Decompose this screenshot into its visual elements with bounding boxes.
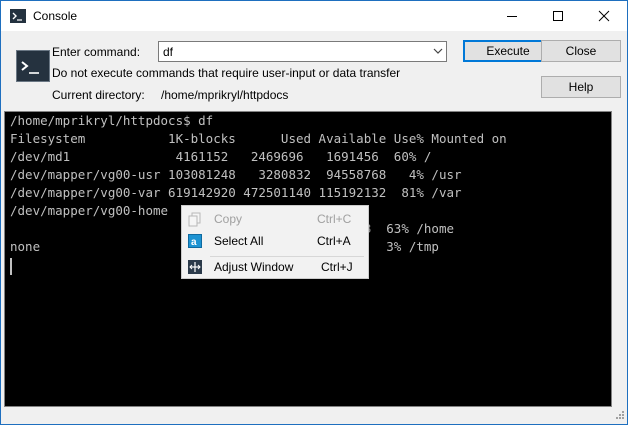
- console-line: /dev/mapper/vg00-usr 103081248 3280832 9…: [10, 167, 462, 182]
- minimize-button[interactable]: [489, 1, 535, 31]
- command-combobox[interactable]: df: [158, 41, 447, 62]
- help-button[interactable]: Help: [541, 76, 621, 98]
- execute-button[interactable]: Execute: [463, 40, 553, 62]
- window-title: Console: [33, 9, 78, 23]
- menu-item-label: Select All: [214, 234, 264, 248]
- close-button[interactable]: Close: [541, 40, 621, 62]
- copy-icon: [188, 212, 201, 227]
- warning-text: Do not execute commands that require use…: [52, 66, 401, 80]
- console-line: /home/mprikryl/httpdocs$ df: [10, 113, 214, 128]
- terminal-app-icon: [10, 9, 26, 23]
- adjust-window-icon: [188, 260, 202, 274]
- title-bar[interactable]: Console: [1, 1, 627, 31]
- menu-item-shortcut: Ctrl+A: [317, 234, 351, 248]
- vertical-scrollbar[interactable]: [612, 111, 627, 407]
- console-line: /dev/mapper/vg00-home: [10, 203, 169, 218]
- command-panel: Enter command: df Do not execute command…: [1, 31, 627, 109]
- enter-command-label: Enter command:: [52, 45, 141, 59]
- menu-item-shortcut: Ctrl+J: [321, 260, 353, 274]
- menu-item-select-all[interactable]: a Select All Ctrl+A: [183, 230, 367, 252]
- terminal-icon: [16, 50, 50, 82]
- svg-text:a: a: [191, 237, 197, 248]
- minimize-icon: [507, 16, 517, 17]
- text-cursor: [10, 258, 12, 275]
- chevron-down-icon[interactable]: [433, 47, 443, 55]
- menu-item-label: Adjust Window: [214, 260, 294, 274]
- resize-grip-icon[interactable]: [613, 410, 625, 422]
- menu-item-label: Copy: [214, 212, 243, 226]
- status-strip: [1, 407, 627, 424]
- maximize-icon: [553, 11, 563, 21]
- context-menu: Copy Ctrl+C a Select All Ctrl+A Adjust W…: [181, 205, 369, 279]
- close-window-button[interactable]: [581, 1, 627, 31]
- console-line: Filesystem 1K-blocks Used Available Use%…: [10, 131, 507, 146]
- current-directory-value: /home/mprikryl/httpdocs: [161, 88, 289, 102]
- menu-item-adjust-window[interactable]: Adjust Window Ctrl+J: [183, 256, 367, 277]
- console-line: /dev/md1 4161152 2469696 1691456 60% /: [10, 149, 432, 164]
- current-directory-label: Current directory:: [52, 88, 145, 102]
- console-line: /dev/mapper/vg00-var 619142920 472501140…: [10, 185, 462, 200]
- menu-item-shortcut: Ctrl+C: [317, 212, 352, 226]
- close-icon: [598, 10, 610, 22]
- maximize-button[interactable]: [535, 1, 581, 31]
- console-window: Console Enter command: df Do not execute…: [0, 0, 628, 425]
- menu-item-copy[interactable]: Copy Ctrl+C: [183, 208, 367, 230]
- command-input[interactable]: df: [163, 45, 173, 59]
- select-all-icon: a: [188, 234, 202, 248]
